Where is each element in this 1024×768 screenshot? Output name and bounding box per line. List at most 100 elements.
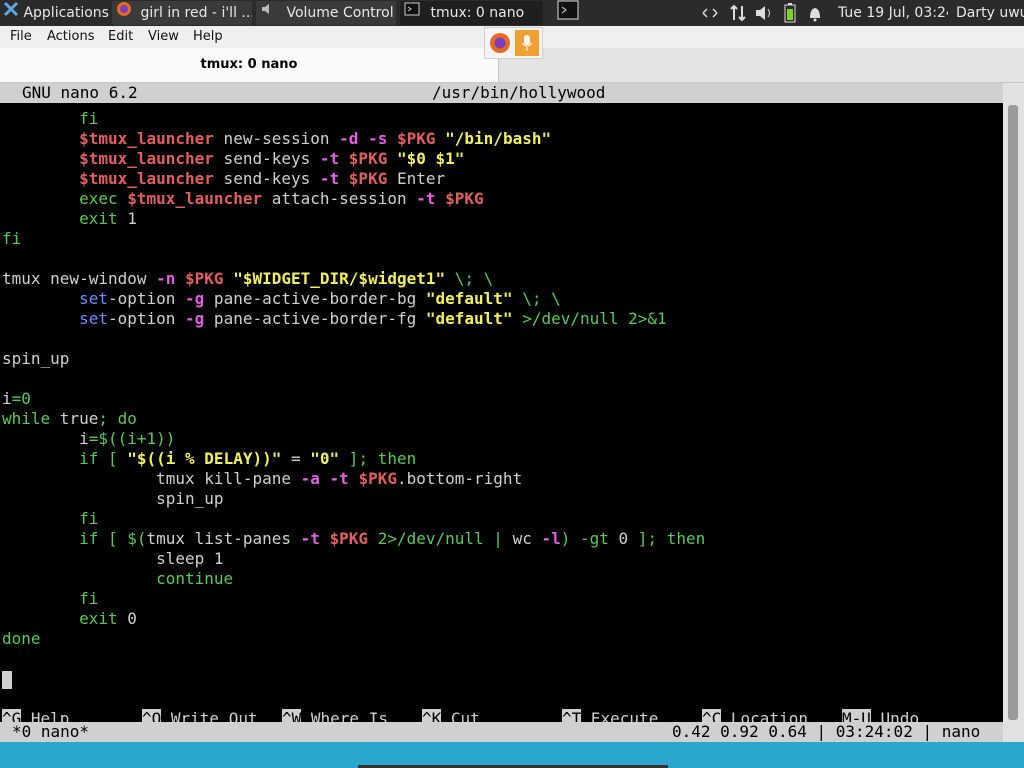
- code-token: ) -gt: [560, 529, 619, 548]
- task-terminal-small[interactable]: [553, 0, 585, 26]
- code-line: done: [2, 629, 41, 649]
- microphone-icon[interactable]: [515, 30, 539, 56]
- code-token: -t: [319, 149, 340, 168]
- terminal-window: File Actions Edit View Help tmux: 0 nano…: [0, 26, 1024, 748]
- code-token: $PKG: [348, 149, 388, 168]
- user-menu[interactable]: Darty uwu: [956, 0, 1024, 26]
- code-token: tmux list-panes: [146, 529, 301, 548]
- nano-version: GNU nano 6.2: [22, 83, 138, 102]
- code-token: if [: [79, 449, 128, 468]
- terminal-icon: [404, 1, 420, 25]
- menu-actions[interactable]: Actions: [47, 26, 95, 48]
- code-token: $PKG: [185, 269, 224, 288]
- code-token: \; \: [445, 269, 494, 288]
- code-token: set: [79, 289, 108, 308]
- code-token: ]; then: [339, 449, 417, 468]
- applications-label: Applications: [23, 5, 109, 21]
- network-arrows-icon[interactable]: [700, 0, 720, 26]
- code-token: wc: [512, 529, 542, 548]
- code-token: fi: [2, 229, 22, 248]
- code-token: $PKG: [445, 189, 484, 208]
- code-token: 2>/dev/null |: [368, 529, 513, 548]
- menu-file[interactable]: File: [10, 26, 32, 48]
- code-token: set: [79, 309, 108, 328]
- code-token: Enter: [387, 169, 446, 188]
- firefox-icon[interactable]: [489, 32, 511, 58]
- code-token: continue: [156, 569, 234, 588]
- task-volume-control[interactable]: Volume Control: [256, 1, 396, 25]
- nano-titlebar: GNU nano 6.2 /usr/bin/hollywood: [0, 83, 1003, 103]
- task-label: girl in red - i'll ...: [140, 5, 252, 21]
- task-firefox[interactable]: girl in red - i'll ...: [112, 1, 252, 25]
- code-line: while true; do: [2, 409, 137, 429]
- code-token: -option: [107, 309, 186, 328]
- code-token: -d: [339, 129, 359, 148]
- firefox-icon: [116, 1, 132, 25]
- code-line: $tmux_launcher send-keys -t $PKG Enter: [2, 169, 445, 189]
- menu-view[interactable]: View: [148, 26, 179, 48]
- task-terminal[interactable]: tmux: 0 nano: [400, 1, 543, 25]
- code-token: fi: [79, 109, 99, 128]
- tab-tmux-nano[interactable]: tmux: 0 nano: [0, 48, 499, 82]
- code-line: i=$((i+1)): [2, 429, 175, 449]
- code-token: while: [2, 409, 51, 428]
- nano-filename: /usr/bin/hollywood: [432, 83, 606, 102]
- code-token: -t: [416, 189, 436, 208]
- code-line: exit 1: [2, 209, 137, 229]
- menu-help[interactable]: Help: [193, 26, 223, 48]
- code-token: if [: [79, 529, 128, 548]
- tmux-status-right: 0.42 0.92 0.64 | 03:24:02 | nano: [672, 722, 981, 741]
- battery-icon[interactable]: [782, 0, 798, 26]
- code-token: "/bin/bash": [445, 129, 552, 148]
- code-line: exec $tmux_launcher attach-session -t $P…: [2, 189, 484, 209]
- code-token: i: [2, 389, 12, 408]
- scrollbar[interactable]: [1003, 83, 1024, 742]
- code-token: .bottom-right: [396, 469, 523, 488]
- xfce-logo-icon: [3, 0, 19, 26]
- task-label: Volume Control: [286, 5, 394, 21]
- code-line: fi: [2, 229, 21, 249]
- terminal-content[interactable]: GNU nano 6.2 /usr/bin/hollywood fi $tmux…: [0, 83, 1003, 748]
- code-token: i: [79, 429, 89, 448]
- volume-icon[interactable]: [754, 0, 774, 26]
- code-token: "default": [425, 309, 513, 328]
- code-token: sleep 1: [156, 549, 224, 568]
- top-panel: Applications girl in red - i'll ... Volu…: [0, 0, 1024, 26]
- code-token: "$0 $1": [396, 149, 465, 168]
- clock[interactable]: Tue 19 Jul, 03:24: [838, 0, 948, 26]
- code-token: -t: [300, 529, 320, 548]
- code-token: new-session: [213, 129, 340, 148]
- code-line: fi: [2, 509, 98, 529]
- code-token: -l: [541, 529, 561, 548]
- code-line: tmux kill-pane -a -t $PKG.bottom-right: [2, 469, 522, 489]
- code-line: $tmux_launcher new-session -d -s $PKG "/…: [2, 129, 551, 149]
- code-token: -s: [368, 129, 388, 148]
- code-token: 0: [117, 609, 137, 628]
- scrollbar-thumb[interactable]: [1008, 105, 1018, 720]
- code-token: >/dev/null 2>&1: [512, 309, 667, 328]
- code-token: -g: [185, 289, 205, 308]
- code-token: tmux new-window: [2, 269, 157, 288]
- notification-bell-icon[interactable]: [806, 0, 824, 26]
- code-line: exit 0: [2, 609, 137, 629]
- text-cursor: [2, 670, 12, 689]
- menu-edit[interactable]: Edit: [108, 26, 133, 48]
- network-updown-icon[interactable]: [728, 0, 748, 26]
- applications-menu[interactable]: Applications: [0, 0, 112, 26]
- code-token: fi: [79, 509, 99, 528]
- code-token: $PKG: [396, 129, 436, 148]
- code-token: exit: [79, 209, 118, 228]
